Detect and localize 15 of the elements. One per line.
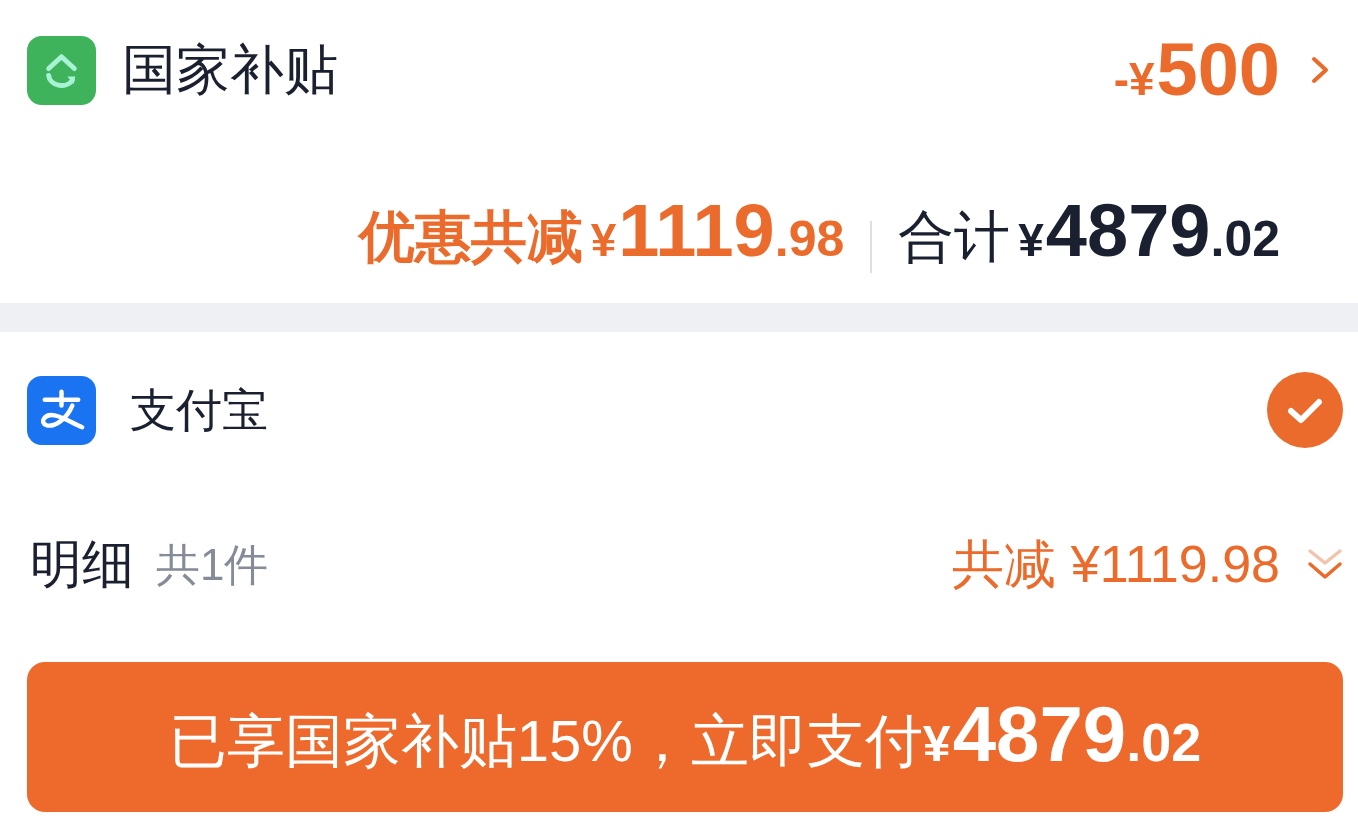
house-arrows-icon xyxy=(27,35,96,105)
total-label: 合计 xyxy=(898,206,1011,268)
check-circle-icon[interactable] xyxy=(1267,372,1343,448)
subsidy-amount: -¥500 xyxy=(1113,29,1280,111)
swoosh-logo-icon xyxy=(27,375,96,445)
item-count: 共1件 xyxy=(156,540,269,590)
discount-amount: ¥1119.98 xyxy=(590,190,845,272)
discount-label: 优惠共减 xyxy=(358,206,583,268)
subsidy-label: 国家补贴 xyxy=(122,40,338,100)
total-amount: ¥4879.02 xyxy=(1018,190,1280,272)
details-discount: 共减 ¥1119.98 xyxy=(952,536,1280,594)
details-label: 明细 xyxy=(30,536,134,594)
payment-method-name: 支付宝 xyxy=(130,384,268,436)
chevron-right-icon[interactable] xyxy=(1310,55,1330,85)
pay-button[interactable]: 已享国家补贴15%，立即支付¥4879.02 xyxy=(27,662,1343,812)
